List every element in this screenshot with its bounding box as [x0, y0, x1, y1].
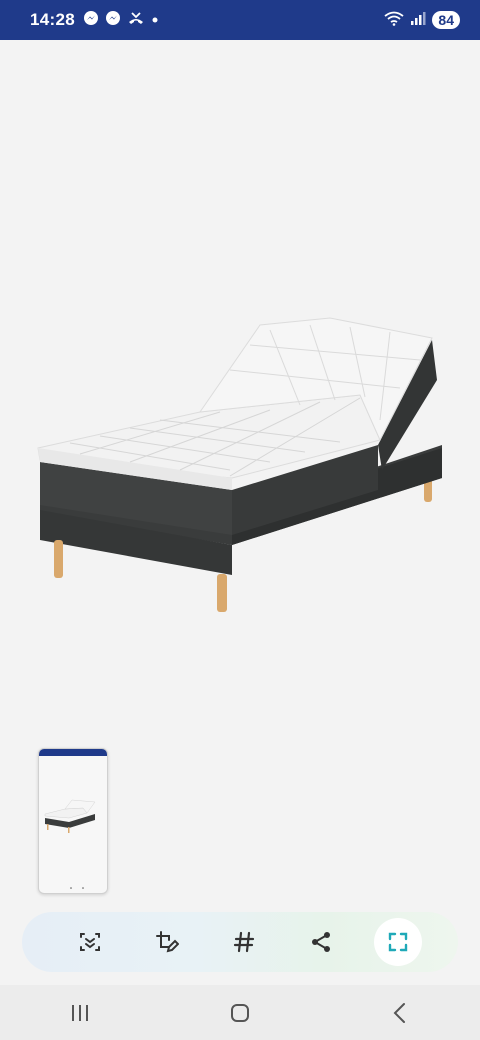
expand-icon	[388, 932, 408, 952]
hashtag-icon	[233, 931, 255, 953]
dot-icon	[151, 11, 159, 29]
notification-icons	[83, 10, 159, 31]
hashtag-button[interactable]	[220, 918, 268, 966]
back-icon	[393, 1002, 405, 1023]
system-icons: 84	[384, 10, 460, 31]
back-button[interactable]	[370, 993, 430, 1033]
screenshot-thumbnail[interactable]	[38, 748, 108, 894]
status-time: 14:28	[30, 10, 75, 29]
share-icon	[312, 932, 330, 952]
signal-icon	[410, 10, 426, 31]
missed-call-icon	[127, 10, 145, 31]
image-preview[interactable]	[0, 40, 480, 740]
battery-indicator: 84	[432, 11, 460, 29]
crop-edit-icon	[156, 931, 179, 953]
home-button[interactable]	[210, 993, 270, 1033]
wifi-icon	[384, 10, 404, 31]
status-bar: 14:28 84	[0, 0, 480, 40]
messenger-icon	[83, 10, 99, 31]
messenger-icon	[105, 10, 121, 31]
scan-text-icon	[80, 933, 100, 951]
thumbnail-bed-icon	[44, 799, 96, 889]
recent-apps-button[interactable]	[50, 993, 110, 1033]
share-button[interactable]	[297, 918, 345, 966]
thumbnail-status-bar	[39, 749, 107, 756]
crop-edit-button[interactable]	[143, 918, 191, 966]
home-icon	[231, 1003, 249, 1022]
expand-button[interactable]	[374, 918, 422, 966]
recent-apps-icon	[72, 1004, 88, 1021]
scan-text-button[interactable]	[66, 918, 114, 966]
adjustable-bed-icon	[37, 317, 442, 612]
screenshot-toolbar	[22, 912, 458, 972]
navigation-bar	[0, 985, 480, 1040]
